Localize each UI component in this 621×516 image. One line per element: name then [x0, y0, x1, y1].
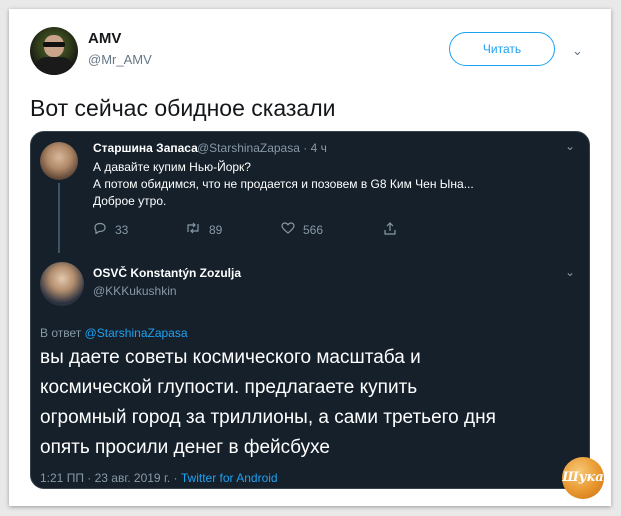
reply-action[interactable]: 33: [93, 222, 128, 237]
reply-text-line: огромный город за триллионы, а сами трет…: [40, 407, 496, 428]
quoted-text-line: А давайте купим Нью-Йорк?: [93, 160, 251, 174]
reply-text-line: космической глупости. предлагаете купить: [40, 377, 418, 398]
reply-author-name[interactable]: OSVČ Konstantýn Zozulja: [93, 266, 241, 280]
author-name[interactable]: AMV: [88, 30, 121, 47]
chevron-down-icon[interactable]: ⌄: [572, 43, 583, 59]
quoted-author-name[interactable]: Старшина Запаса: [93, 141, 198, 155]
reply-source[interactable]: Twitter for Android: [181, 471, 278, 485]
quoted-text-line: Доброе утро.: [93, 194, 167, 208]
chevron-down-icon[interactable]: ⌄: [565, 265, 575, 279]
chevron-down-icon[interactable]: ⌄: [565, 139, 575, 153]
author-handle[interactable]: @Mr_AMV: [88, 52, 152, 67]
like-action[interactable]: 566: [281, 222, 323, 237]
follow-button[interactable]: Читать: [449, 32, 555, 66]
thread-line: [58, 183, 60, 253]
reply-prefix: В ответ: [40, 326, 82, 340]
quoted-author-handle[interactable]: @StarshinaZapasa · 4 ч: [197, 141, 327, 155]
retweet-action[interactable]: 89: [185, 222, 222, 237]
reply-timestamp[interactable]: 1:21 ПП · 23 авг. 2019 г. ·: [40, 471, 178, 485]
reply-to-link[interactable]: @StarshinaZapasa: [85, 326, 188, 340]
share-icon: [383, 222, 397, 238]
retweet-count: 89: [209, 223, 223, 237]
watermark-logo: Шука: [562, 457, 604, 499]
share-action[interactable]: [383, 222, 405, 238]
retweet-icon: [185, 222, 201, 237]
reply-icon: [93, 222, 107, 237]
tweet-text: Вот сейчас обидное сказали: [30, 95, 336, 121]
reply-context: В ответ @StarshinaZapasa: [40, 326, 188, 340]
quoted-text-line: А потом обидимся, что не продается и поз…: [93, 177, 474, 191]
reply-text-line: опять просили денег в фейсбухе: [40, 437, 330, 458]
reply-text-line: вы даете советы космического масштаба и: [40, 347, 421, 368]
heart-icon: [281, 222, 295, 237]
like-count: 566: [303, 223, 324, 237]
watermark-text: Шука: [562, 470, 604, 485]
screenshot-frame: AMV @Mr_AMV Читать ⌄ Вот сейчас обидное …: [9, 9, 611, 506]
reply-author-handle[interactable]: @KKKukushkin: [93, 284, 177, 298]
author-avatar[interactable]: [30, 27, 78, 75]
reply-count: 33: [115, 223, 129, 237]
reply-author-avatar[interactable]: [40, 262, 84, 306]
reply-meta: 1:21 ПП · 23 авг. 2019 г. · Twitter for …: [40, 471, 278, 485]
embedded-screenshot: Старшина Запаса @StarshinaZapasa · 4 ч ⌄…: [30, 131, 590, 489]
quoted-author-avatar[interactable]: [40, 142, 78, 180]
